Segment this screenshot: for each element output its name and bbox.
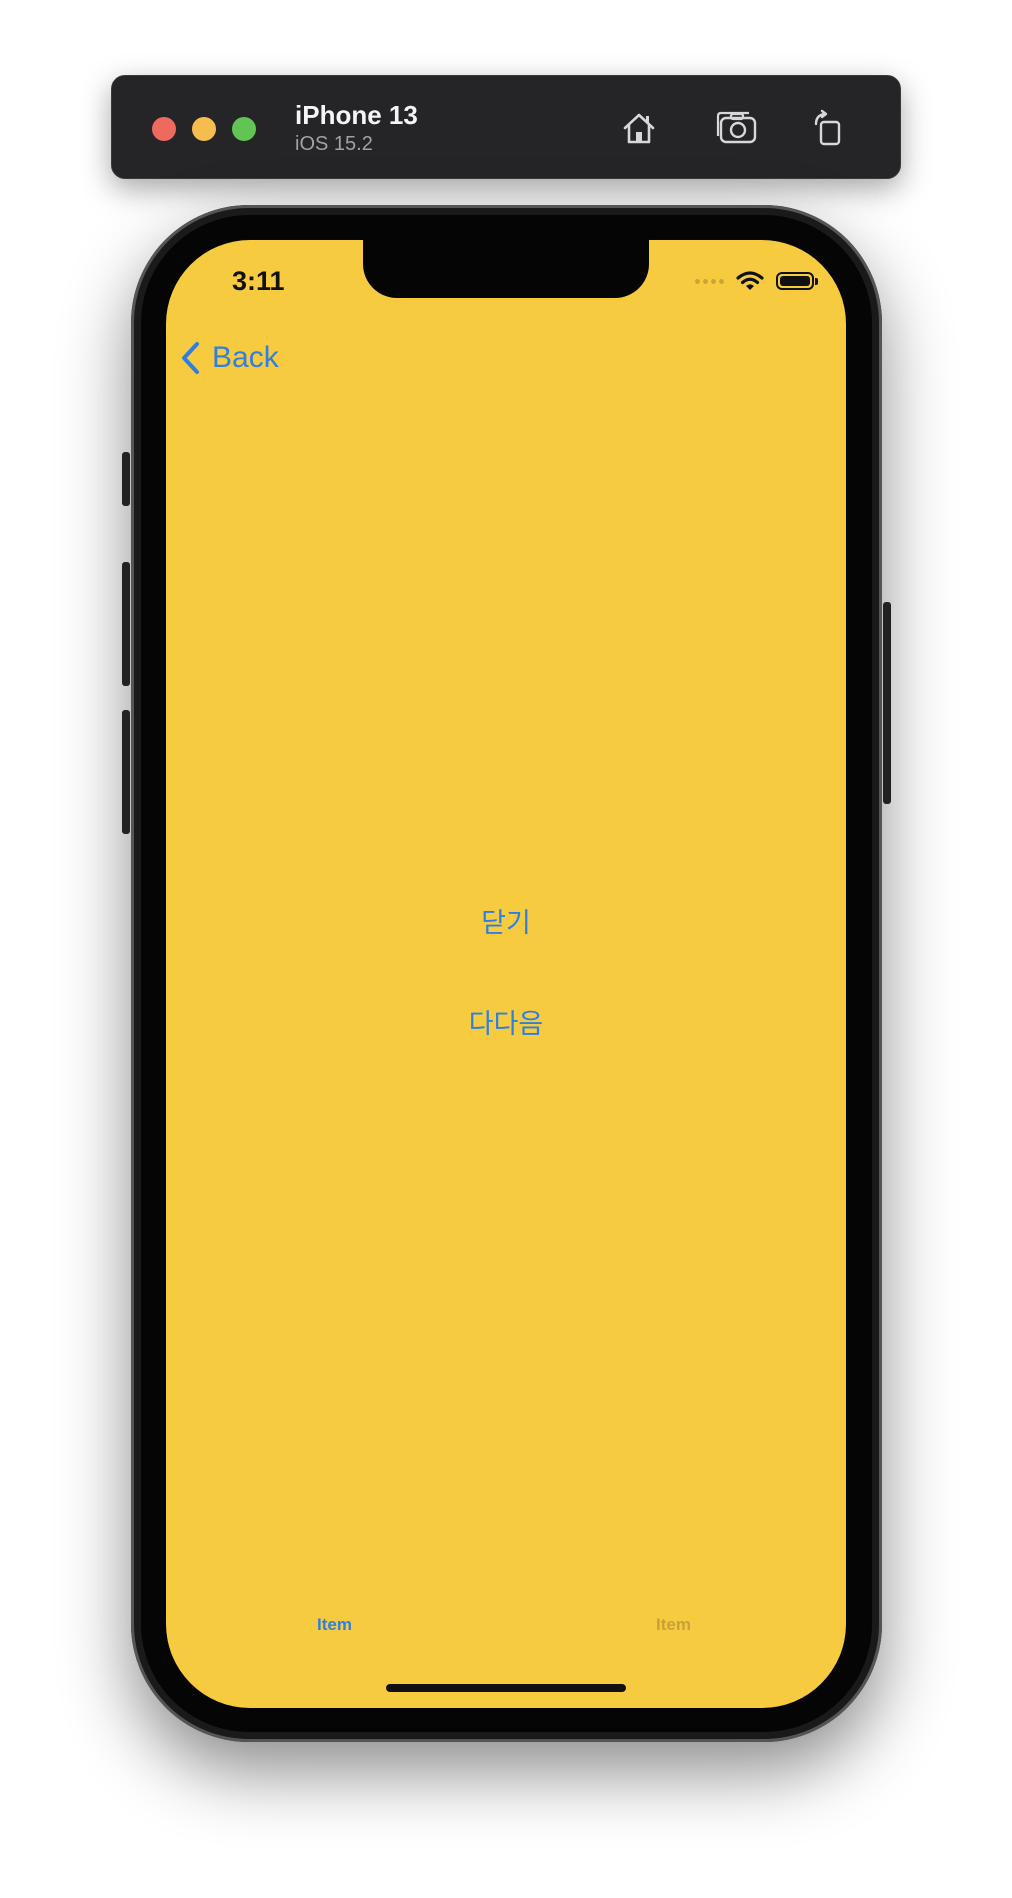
back-button[interactable]: Back xyxy=(180,340,279,376)
rotate-icon xyxy=(814,109,841,146)
close-button[interactable]: 닫기 xyxy=(166,906,846,942)
simulator-toolbar: iPhone 13 iOS 15.2 xyxy=(111,75,901,179)
battery-icon xyxy=(776,272,818,290)
simulator-window: iPhone 13 iOS 15.2 3:11 Back 닫기 다다음 Item… xyxy=(0,0,1012,1898)
tab-item-1[interactable]: Item xyxy=(317,1610,352,1640)
device-name: iPhone 13 xyxy=(295,100,418,130)
status-icons xyxy=(695,270,818,292)
tab-bar: Item Item xyxy=(166,1610,846,1650)
os-version: iOS 15.2 xyxy=(295,133,373,155)
chevron-left-icon xyxy=(182,342,199,374)
volume-up-button xyxy=(122,562,130,686)
notch xyxy=(363,240,649,298)
window-maximize-button[interactable] xyxy=(232,117,256,141)
status-time: 3:11 xyxy=(232,266,285,296)
mute-switch xyxy=(122,452,130,506)
cellular-signal-icon xyxy=(695,278,724,284)
window-minimize-button[interactable] xyxy=(192,117,216,141)
app-screen: 3:11 Back 닫기 다다음 Item Item xyxy=(166,240,846,1708)
home-indicator[interactable] xyxy=(386,1684,626,1692)
window-close-button[interactable] xyxy=(152,117,176,141)
tab-item-2[interactable]: Item xyxy=(656,1610,691,1640)
volume-down-button xyxy=(122,710,130,834)
home-icon xyxy=(623,113,655,144)
home-button[interactable] xyxy=(615,104,663,152)
wifi-icon xyxy=(736,271,764,290)
power-button xyxy=(883,602,891,804)
screenshot-button[interactable] xyxy=(713,104,761,152)
next-next-button[interactable]: 다다음 xyxy=(166,1007,846,1043)
rotate-button[interactable] xyxy=(804,104,852,152)
screenshot-icon xyxy=(716,111,757,144)
back-button-label: Back xyxy=(212,341,279,374)
